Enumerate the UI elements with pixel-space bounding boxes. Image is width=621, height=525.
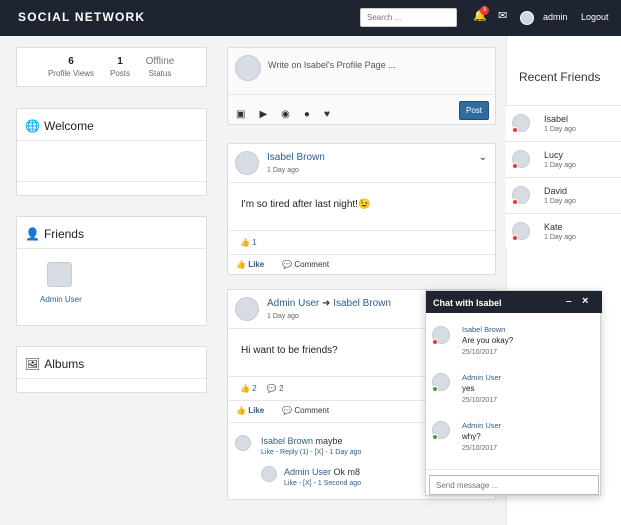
friends-panel: 👤 Friends Admin User [16,216,207,326]
user-avatar[interactable] [520,11,534,25]
recent-friend-time: 1 Day ago [544,126,576,133]
post-actions: 👍 Like 💬 Comment [236,260,329,269]
like-button[interactable]: 👍 Like [236,260,264,269]
notification-badge: 3 [480,6,489,15]
recent-friend-item[interactable]: Isabel 1 Day ago [506,105,621,141]
post-heading: Admin User ➜ Isabel Brown [267,298,391,309]
chat-window: Chat with Isabel – × Isabel Brown Are yo… [425,290,602,496]
thumbs-up-icon: 👍 [240,238,250,247]
reply-row: Admin User Ok m8 [284,467,360,477]
chat-title: Chat with Isabel [433,298,502,308]
chat-message: Isabel Brown Are you okay? 25/10/2017 [462,325,514,356]
chat-message: Admin User why? 25/10/2017 [462,421,502,452]
post-author-link[interactable]: Admin User [267,298,319,309]
profile-stats-card: 6 Profile Views 1 Posts Offline Status [16,47,207,87]
recent-friend-time: 1 Day ago [544,162,576,169]
like-button[interactable]: 👍 Like [236,406,264,415]
post-author-avatar[interactable] [235,151,259,175]
post-button[interactable]: Post [459,101,489,120]
comment-row: Isabel Brown maybe [261,436,343,446]
welcome-title: 🌐 Welcome [25,119,94,133]
video-icon[interactable]: ▶ [259,109,267,120]
status-stat: Offline Status [145,56,175,78]
image-icon: 🖼 [25,357,41,371]
recent-friend-item[interactable]: Kate 1 Day ago [506,213,621,249]
reply-meta[interactable]: Like - [X] - 1 Second ago [284,480,361,487]
recent-friend-item[interactable]: Lucy 1 Day ago [506,141,621,177]
reply-avatar[interactable] [261,466,277,482]
heart-icon[interactable]: ♥ [324,109,330,120]
minimize-icon[interactable]: – [566,296,572,307]
username-link[interactable]: admin [543,12,568,22]
composer-input[interactable]: Write on Isabel's Profile Page ... [268,60,396,70]
photo-icon[interactable]: ▣ [236,109,245,120]
location-pin-icon[interactable]: ◉ [281,109,290,120]
tag-person-icon[interactable]: ● [304,109,310,120]
albums-title: 🖼 Albums [25,357,85,371]
globe-icon: 🌐 [25,119,40,133]
post-time: 1 Day ago [267,313,299,320]
recent-friend-name: Lucy [544,150,564,160]
comment-count[interactable]: 💬 2 [267,384,284,393]
albums-panel: 🖼 Albums [16,346,207,393]
like-count[interactable]: 👍 1 [240,238,257,247]
post-target-link[interactable]: Isabel Brown [333,298,391,309]
reaction-counts: 👍 2 💬 2 [240,384,284,393]
post-author-link[interactable]: Isabel Brown [267,152,325,163]
post-time: 1 Day ago [267,167,299,174]
chevron-down-icon[interactable]: ⌄ [479,152,487,163]
arrow-right-icon: ➜ [322,298,331,309]
brand-logo[interactable]: SOCIAL NETWORK [18,10,145,24]
chat-message: Admin User yes 25/10/2017 [462,373,502,404]
friend-avatar[interactable] [47,262,72,287]
close-icon[interactable]: × [582,295,588,307]
comment-author-link[interactable]: Isabel Brown [261,436,313,446]
search-input[interactable] [360,8,457,27]
recent-friend-item[interactable]: David 1 Day ago [506,177,621,213]
recent-friend-name: David [544,186,568,196]
friends-title: 👤 Friends [25,227,84,241]
person-icon: 👤 [25,227,40,241]
recent-friend-name: Kate [544,222,563,232]
comment-button[interactable]: 💬 Comment [282,260,329,269]
chat-message-input[interactable] [429,475,599,495]
composer-toolbar: ▣ ▶ ◉ ● ♥ [236,109,330,120]
composer-avatar [235,55,261,81]
post-actions: 👍 Like 💬 Comment [236,406,329,415]
comment-button[interactable]: 💬 Comment [282,406,329,415]
post-composer: Write on Isabel's Profile Page ... ▣ ▶ ◉… [227,47,496,125]
comment-avatar[interactable] [235,435,251,451]
reply-text: Ok m8 [333,467,361,477]
comment-meta[interactable]: Like - Reply (1) - [X] - 1 Day ago [261,449,361,456]
recent-friends-title: Recent Friends [519,70,601,84]
messages-envelope-icon[interactable]: ✉ [498,9,507,22]
chat-header: Chat with Isabel – × [426,291,602,313]
post-author-avatar[interactable] [235,297,259,321]
recent-friend-name: Isabel [544,114,569,124]
welcome-panel: 🌐 Welcome [16,108,207,196]
recent-friend-time: 1 Day ago [544,234,576,241]
logout-link[interactable]: Logout [581,12,609,22]
like-count[interactable]: 👍 2 [240,384,257,393]
comment-text: maybe [315,436,343,446]
friend-name-link[interactable]: Admin User [40,295,82,304]
top-navbar: SOCIAL NETWORK 🔔 3 ✉ admin Logout [0,0,621,36]
recent-friend-time: 1 Day ago [544,198,576,205]
post-text: Hi want to be friends? [241,345,338,356]
post-text: I'm so tired after last night!😉 [241,199,371,210]
reply-author-link[interactable]: Admin User [284,467,331,477]
post-card: Isabel Brown 1 Day ago ⌄ I'm so tired af… [227,143,496,275]
